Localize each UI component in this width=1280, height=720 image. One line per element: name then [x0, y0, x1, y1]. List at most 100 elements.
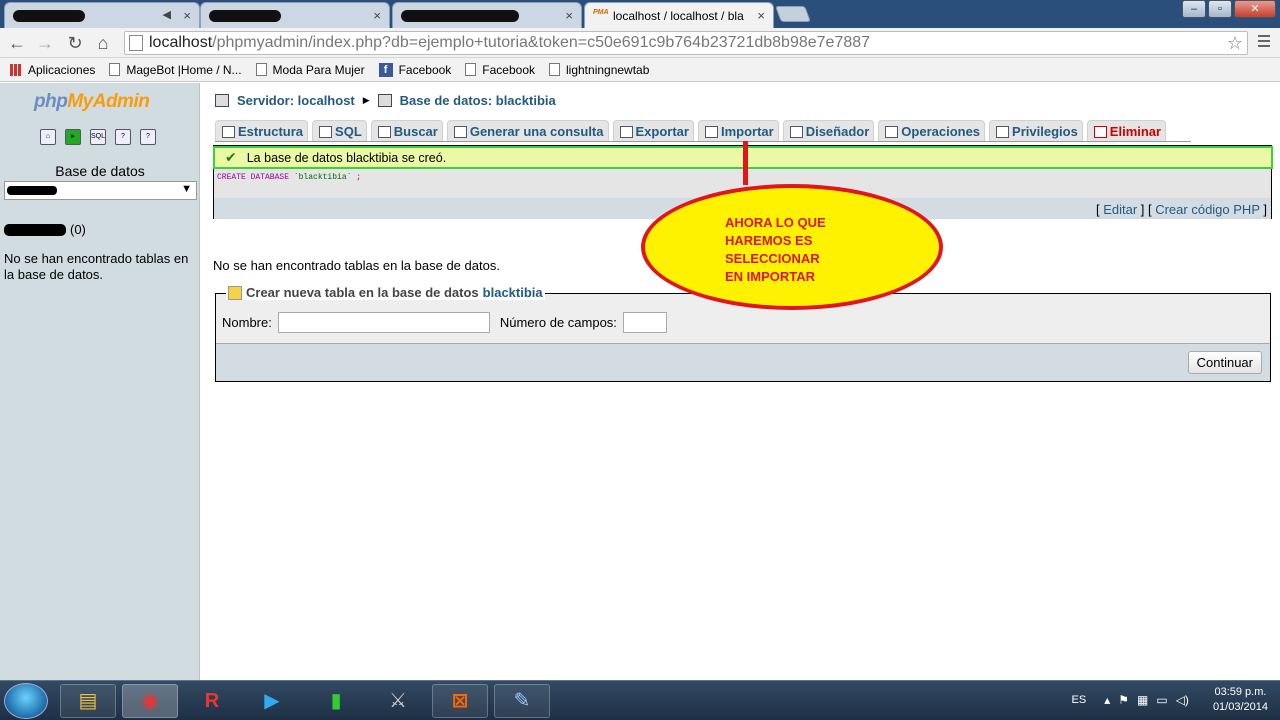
browser-tab-1[interactable]: ◀︎ ×: [4, 2, 200, 28]
close-icon[interactable]: ×: [565, 8, 573, 23]
browser-menu-icon[interactable]: [1258, 35, 1270, 50]
palette-icon: ✎: [513, 690, 531, 712]
phpmyadmin-logo[interactable]: phpMyAdmin: [34, 91, 150, 113]
chrome-icon: ◉: [141, 690, 159, 712]
clock[interactable]: 03:59 p.m. 01/03/2014: [1213, 685, 1268, 715]
browser-tab-2[interactable]: ×: [200, 2, 390, 28]
privileges-icon: [996, 125, 1010, 138]
paint-taskbar-button[interactable]: ✎: [494, 684, 550, 718]
xampp-taskbar-button[interactable]: ⊠: [432, 684, 488, 718]
facebook-icon: f: [378, 62, 393, 77]
monitor-icon[interactable]: ▭: [1156, 693, 1167, 707]
bookmark-item[interactable]: Facebook: [465, 63, 535, 77]
tab-importar[interactable]: Importar: [697, 120, 779, 142]
bookmark-apps[interactable]: Aplicaciones: [10, 63, 95, 77]
breadcrumb-database[interactable]: Base de datos: blacktibia: [400, 93, 556, 108]
redacted-title: [401, 9, 519, 22]
pma-favicon-icon: PMA: [593, 8, 609, 16]
tab-operaciones[interactable]: Operaciones: [878, 120, 986, 142]
num-fields-input[interactable]: [622, 312, 667, 333]
tab-exportar[interactable]: Exportar: [612, 120, 694, 142]
maximize-button[interactable]: ▫: [1208, 0, 1232, 18]
media-taskbar-button[interactable]: ▶: [244, 684, 300, 718]
form-actions: Continuar: [216, 343, 1270, 381]
docs-icon[interactable]: ?: [140, 129, 156, 145]
tab-eliminar[interactable]: Eliminar: [1086, 120, 1167, 142]
operations-icon: [885, 125, 899, 138]
tab-sql[interactable]: SQL: [312, 120, 367, 142]
language-indicator[interactable]: ES: [1072, 694, 1087, 706]
db-select[interactable]: ▼: [4, 181, 197, 200]
redacted-value: [4, 223, 66, 236]
bookmark-item[interactable]: Moda Para Mujer: [255, 63, 365, 77]
new-table-icon: [228, 285, 242, 300]
tab-title: localhost / localhost / bla: [613, 8, 744, 23]
tool-taskbar-button[interactable]: ⚔: [370, 684, 426, 718]
window-close-button[interactable]: ✕: [1234, 0, 1276, 18]
browser-tabstrip: ◀︎ × × × PMA localhost / localhost / bla…: [0, 0, 1280, 28]
tab-estructura[interactable]: Estructura: [215, 120, 309, 142]
tab-buscar[interactable]: Buscar: [370, 120, 443, 142]
browser-tab-active[interactable]: PMA localhost / localhost / bla ×: [584, 2, 774, 28]
edit-link[interactable]: Editar: [1103, 202, 1137, 217]
bookmarks-bar: Aplicaciones MageBot |Home / N... Moda P…: [0, 58, 1280, 82]
app-taskbar-button[interactable]: R: [184, 684, 240, 718]
table-name-input[interactable]: [277, 312, 490, 333]
chrome-taskbar-button[interactable]: ◉: [122, 684, 178, 718]
designer-icon: [789, 125, 803, 138]
sql-icon[interactable]: SQL: [90, 129, 106, 145]
url-host: localhost: [149, 34, 213, 51]
continue-button[interactable]: Continuar: [1187, 351, 1262, 374]
browser-toolbar: ← → ↻ ⌂ localhost/phpmyadmin/index.php?d…: [0, 28, 1280, 58]
tab-privilegios[interactable]: Privilegios: [989, 120, 1083, 142]
drop-icon: [1093, 125, 1107, 138]
start-button[interactable]: [4, 683, 48, 719]
check-icon: ✔: [225, 149, 237, 165]
search-icon: [377, 125, 391, 138]
tab-generar-consulta[interactable]: Generar una consulta: [446, 120, 609, 142]
annotation-text: AHORA LO QUE HAREMOS ES SELECCIONAR EN I…: [725, 215, 826, 284]
address-bar[interactable]: localhost/phpmyadmin/index.php?db=ejempl…: [124, 31, 1248, 55]
minimize-button[interactable]: –: [1182, 0, 1206, 18]
help-icon[interactable]: ?: [115, 129, 131, 145]
bookmark-item[interactable]: lightningnewtab: [549, 63, 649, 77]
page-icon: [549, 63, 560, 76]
database-icon: [377, 94, 392, 107]
home-icon[interactable]: ⌂: [40, 129, 56, 145]
tab-disenador[interactable]: Diseñador: [782, 120, 875, 142]
forward-icon[interactable]: →: [34, 32, 56, 54]
mute-icon[interactable]: ◀︎: [163, 8, 171, 21]
bookmark-item[interactable]: f Facebook: [378, 62, 451, 77]
structure-icon: [222, 125, 235, 138]
flag-icon[interactable]: ⚑: [1118, 693, 1129, 707]
tab-divider: [215, 141, 1191, 142]
media-icon: ▶: [264, 690, 280, 712]
breadcrumb-server[interactable]: Servidor: localhost: [237, 93, 355, 108]
bookmark-star-icon[interactable]: ☆: [1227, 33, 1243, 54]
close-icon[interactable]: ×: [373, 8, 381, 23]
reload-icon[interactable]: ↻: [64, 32, 86, 54]
folder-icon: ▤: [78, 690, 98, 712]
network-icon[interactable]: ▦: [1137, 693, 1148, 707]
close-icon[interactable]: ×: [183, 8, 191, 23]
home-icon[interactable]: ⌂: [92, 32, 114, 54]
exit-icon[interactable]: ▸: [65, 129, 81, 145]
db-link[interactable]: (0): [4, 222, 86, 237]
system-tray: ES ▴ ⚑ ▦ ▭ ◁) 03:59 p.m. 01/03/2014: [1072, 685, 1268, 715]
pma-main: Servidor: localhost ▶ Base de datos: bla…: [201, 83, 1280, 680]
explorer-taskbar-button[interactable]: ▤: [60, 684, 116, 718]
back-icon[interactable]: ←: [6, 32, 28, 54]
new-tab-button[interactable]: [775, 6, 811, 22]
tray-arrow-icon[interactable]: ▴: [1104, 693, 1110, 707]
create-php-link[interactable]: Crear código PHP: [1155, 202, 1260, 217]
volume-icon[interactable]: ◁): [1176, 693, 1189, 707]
db-select-label: Base de datos: [55, 163, 145, 179]
windows-taskbar: ▤ ◉ R ▶ ▮ ⚔ ⊠ ✎ ES ▴ ⚑ ▦ ▭ ◁) 03:59 p.m.…: [0, 680, 1280, 720]
page-icon: [129, 35, 143, 51]
bookmark-item[interactable]: MageBot |Home / N...: [109, 63, 242, 77]
close-icon[interactable]: ×: [757, 8, 765, 23]
browser-tab-3[interactable]: ×: [392, 2, 582, 28]
sidebar-no-tables: No se han encontrado tablas en la base d…: [4, 251, 189, 282]
chart-taskbar-button[interactable]: ▮: [308, 684, 364, 718]
chart-icon: ▮: [330, 690, 342, 712]
